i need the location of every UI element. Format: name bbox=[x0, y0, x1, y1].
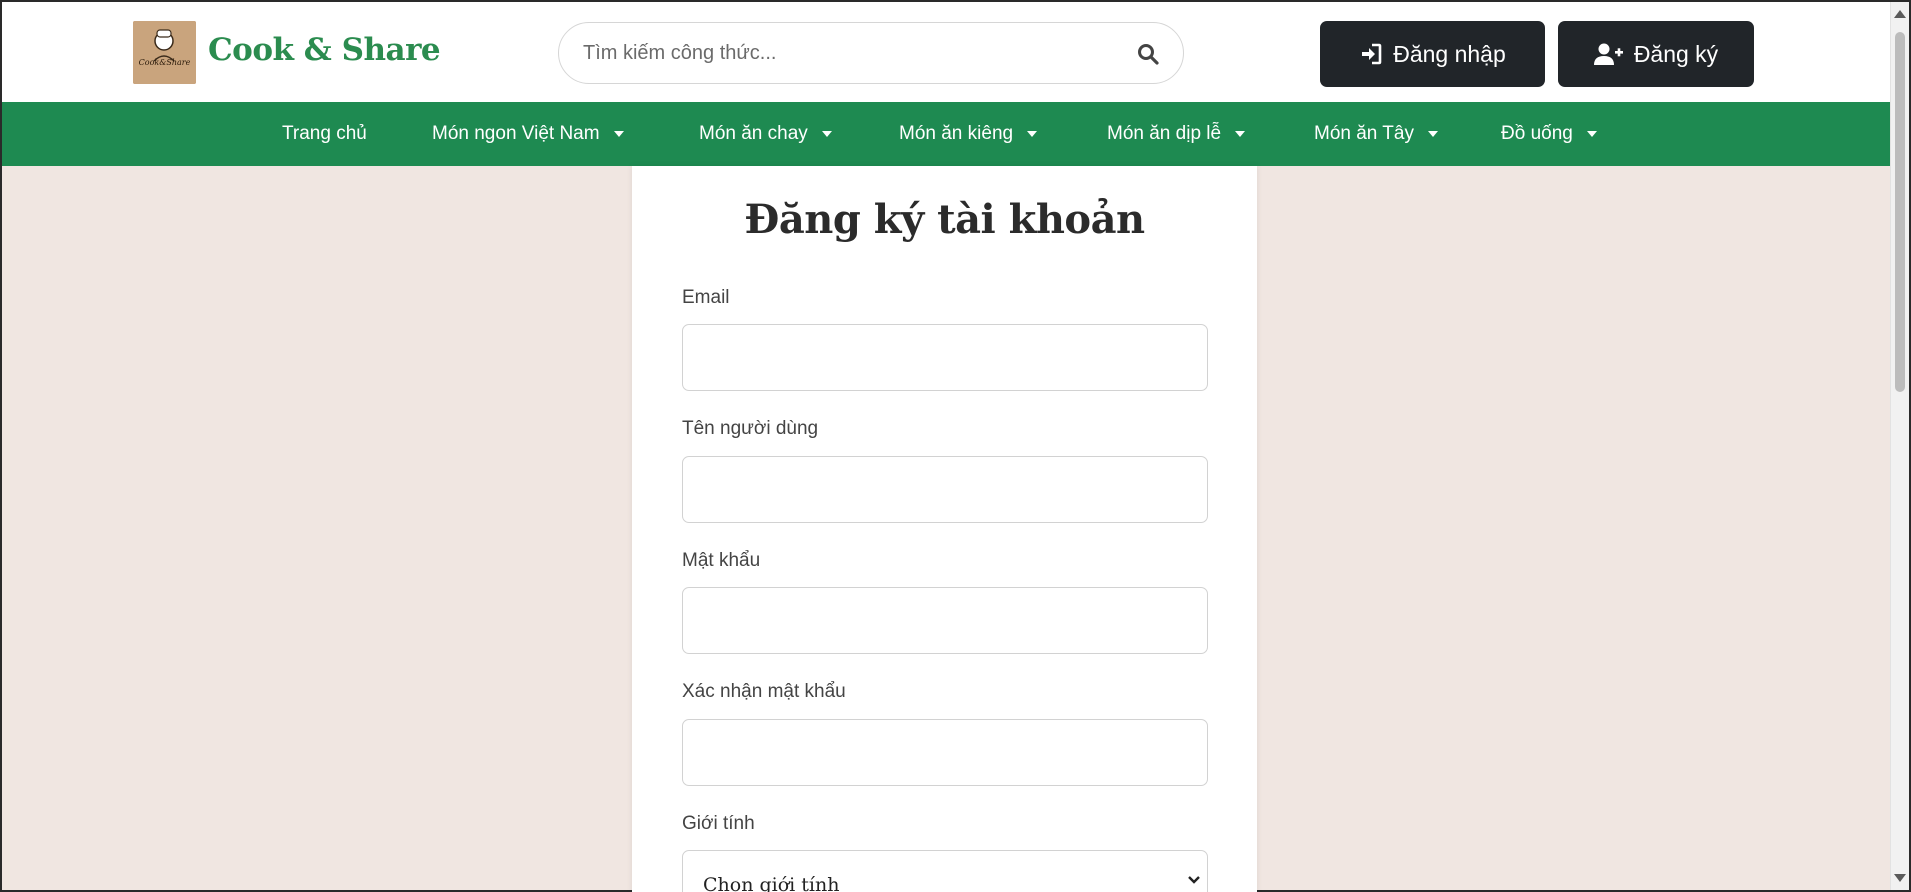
nav-label: Món ăn dịp lễ bbox=[1107, 123, 1222, 144]
scroll-down-arrow-icon[interactable] bbox=[1894, 874, 1906, 882]
nav-item-home[interactable]: Trang chủ bbox=[282, 102, 367, 166]
nav-item-drinks[interactable]: Đồ uống bbox=[1501, 102, 1597, 166]
login-label: Đăng nhập bbox=[1393, 40, 1506, 67]
brand-name[interactable]: Cook & Share bbox=[208, 32, 441, 68]
username-field[interactable] bbox=[682, 456, 1208, 523]
gender-select[interactable]: Chọn giới tính bbox=[682, 850, 1208, 892]
nav-label: Món ăn kiêng bbox=[899, 123, 1014, 144]
register-button[interactable]: Đăng ký bbox=[1558, 21, 1754, 87]
password-field[interactable] bbox=[682, 587, 1208, 654]
site-header: Cook&Share Cook & Share Đăng nhập Đăng k… bbox=[2, 2, 1890, 102]
scroll-up-arrow-icon[interactable] bbox=[1894, 10, 1906, 18]
nav-item-vegetarian[interactable]: Món ăn chay bbox=[699, 102, 832, 166]
svg-text:Cook&Share: Cook&Share bbox=[139, 58, 191, 67]
register-label: Đăng ký bbox=[1633, 40, 1719, 67]
caret-down-icon bbox=[1027, 131, 1038, 137]
login-button[interactable]: Đăng nhập bbox=[1320, 21, 1545, 87]
nav-item-western[interactable]: Món ăn Tây bbox=[1314, 102, 1438, 166]
confirm-password-label: Xác nhận mật khẩu bbox=[682, 681, 846, 702]
email-label: Email bbox=[682, 287, 730, 308]
nav-item-diet[interactable]: Món ăn kiêng bbox=[899, 102, 1038, 166]
user-plus-icon bbox=[1593, 43, 1623, 65]
search-bar bbox=[558, 22, 1184, 84]
username-label: Tên người dùng bbox=[682, 418, 819, 439]
nav-label: Món ngon Việt Nam bbox=[432, 123, 600, 144]
sign-in-icon bbox=[1362, 43, 1382, 65]
gender-select-value: Chọn giới tính bbox=[703, 874, 840, 892]
caret-down-icon bbox=[1586, 131, 1597, 137]
search-button[interactable] bbox=[1133, 39, 1163, 69]
nav-label: Trang chủ bbox=[282, 123, 367, 144]
caret-down-icon bbox=[1427, 131, 1438, 137]
register-card: Đăng ký tài khoản Email Tên người dùng M… bbox=[632, 166, 1257, 892]
confirm-password-field[interactable] bbox=[682, 719, 1208, 786]
email-field[interactable] bbox=[682, 324, 1208, 391]
page-title: Đăng ký tài khoản bbox=[744, 196, 1145, 243]
nav-label: Món ăn chay bbox=[699, 123, 808, 144]
search-icon bbox=[1138, 44, 1159, 65]
nav-label: Đồ uống bbox=[1501, 123, 1573, 144]
password-label: Mật khẩu bbox=[682, 550, 761, 571]
site-logo[interactable]: Cook&Share bbox=[133, 21, 196, 84]
chevron-down-icon bbox=[1188, 876, 1200, 884]
scroll-thumb[interactable] bbox=[1895, 32, 1905, 392]
caret-down-icon bbox=[1235, 131, 1246, 137]
caret-down-icon bbox=[821, 131, 832, 137]
main-nav: Trang chủ Món ngon Việt Nam Món ăn chay … bbox=[2, 102, 1890, 166]
gender-label: Giới tính bbox=[682, 813, 755, 834]
page-scrollbar[interactable] bbox=[1890, 2, 1909, 890]
nav-item-holiday[interactable]: Món ăn dịp lễ bbox=[1107, 102, 1246, 166]
nav-label: Món ăn Tây bbox=[1314, 123, 1414, 144]
caret-down-icon bbox=[613, 131, 624, 137]
search-input[interactable] bbox=[583, 37, 1103, 69]
nav-item-vietnamese[interactable]: Món ngon Việt Nam bbox=[432, 102, 624, 166]
